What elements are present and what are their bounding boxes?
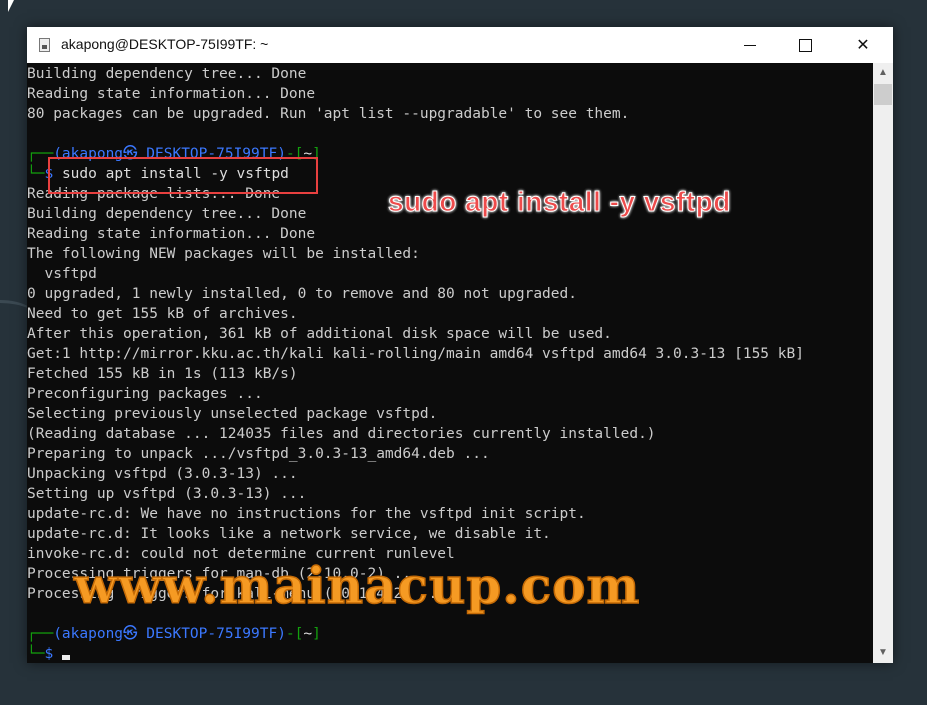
prompt-user-host: (akapong㉿ DESKTOP-75I99TF) — [53, 626, 286, 642]
close-icon: ✕ — [856, 37, 870, 54]
command-highlight-box — [48, 157, 318, 194]
output-line: Building dependency tree... Done — [27, 66, 307, 82]
minimize-button[interactable] — [727, 27, 773, 63]
output-line: Fetched 155 kB in 1s (113 kB/s) — [27, 366, 298, 382]
vertical-scrollbar[interactable]: ▲ ▼ — [873, 63, 893, 663]
output-line: Preparing to unpack .../vsftpd_3.0.3-13_… — [27, 446, 490, 462]
output-line: After this operation, 361 kB of addition… — [27, 326, 612, 342]
output-line: 80 packages can be upgraded. Run 'apt li… — [27, 106, 630, 122]
prompt-frame: -[ — [285, 626, 304, 642]
output-line: Selecting previously unselected package … — [27, 406, 438, 422]
prompt-symbol: $ — [44, 646, 62, 662]
input-line: └─$ — [27, 644, 70, 663]
prompt-frame: └─ — [27, 166, 45, 182]
output-line: Reading state information... Done — [27, 86, 316, 102]
close-button[interactable]: ✕ — [840, 27, 886, 63]
scroll-up-arrow-icon[interactable]: ▲ — [873, 63, 893, 83]
output-line: 0 upgraded, 1 newly installed, 0 to remo… — [27, 286, 577, 302]
text-cursor — [61, 655, 70, 660]
mouse-pointer-icon — [8, 0, 18, 12]
prompt-directory: ~ — [303, 626, 313, 642]
output-line: Setting up vsftpd (3.0.3-13) ... — [27, 486, 307, 502]
output-line: vsftpd — [27, 266, 97, 282]
output-line: Building dependency tree... Done — [27, 206, 307, 222]
output-line: Need to get 155 kB of archives. — [27, 306, 298, 322]
output-line: Preconfiguring packages ... — [27, 386, 263, 402]
output-line: update-rc.d: It looks like a network ser… — [27, 526, 551, 542]
output-line: Unpacking vsftpd (3.0.3-13) ... — [27, 466, 298, 482]
output-line: update-rc.d: We have no instructions for… — [27, 506, 586, 522]
prompt-frame: ┌── — [27, 626, 54, 642]
output-line: (Reading database ... 124035 files and d… — [27, 426, 656, 442]
title-bar[interactable]: akapong@DESKTOP-75I99TF: ~ ✕ — [27, 27, 893, 63]
prompt-frame: ] — [312, 626, 321, 642]
prompt-frame: └─ — [27, 646, 45, 662]
minimize-icon — [744, 44, 756, 46]
scroll-down-arrow-icon[interactable]: ▼ — [873, 643, 893, 663]
maximize-icon — [798, 38, 812, 52]
scrollbar-thumb[interactable] — [874, 84, 892, 105]
output-line: Get:1 http://mirror.kku.ac.th/kali kali-… — [27, 346, 804, 362]
prompt-line: ┌──(akapong㉿ DESKTOP-75I99TF)-[~] — [27, 624, 321, 644]
command-caption: sudo apt install -y vsftpd — [388, 186, 731, 218]
maximize-button[interactable] — [782, 27, 828, 63]
output-line: Reading state information... Done — [27, 226, 316, 242]
window-title: akapong@DESKTOP-75I99TF: ~ — [61, 36, 269, 52]
terminal-app-icon — [39, 38, 50, 52]
watermark: www.mainacup.com — [73, 555, 641, 616]
output-line: The following NEW packages will be insta… — [27, 246, 420, 262]
